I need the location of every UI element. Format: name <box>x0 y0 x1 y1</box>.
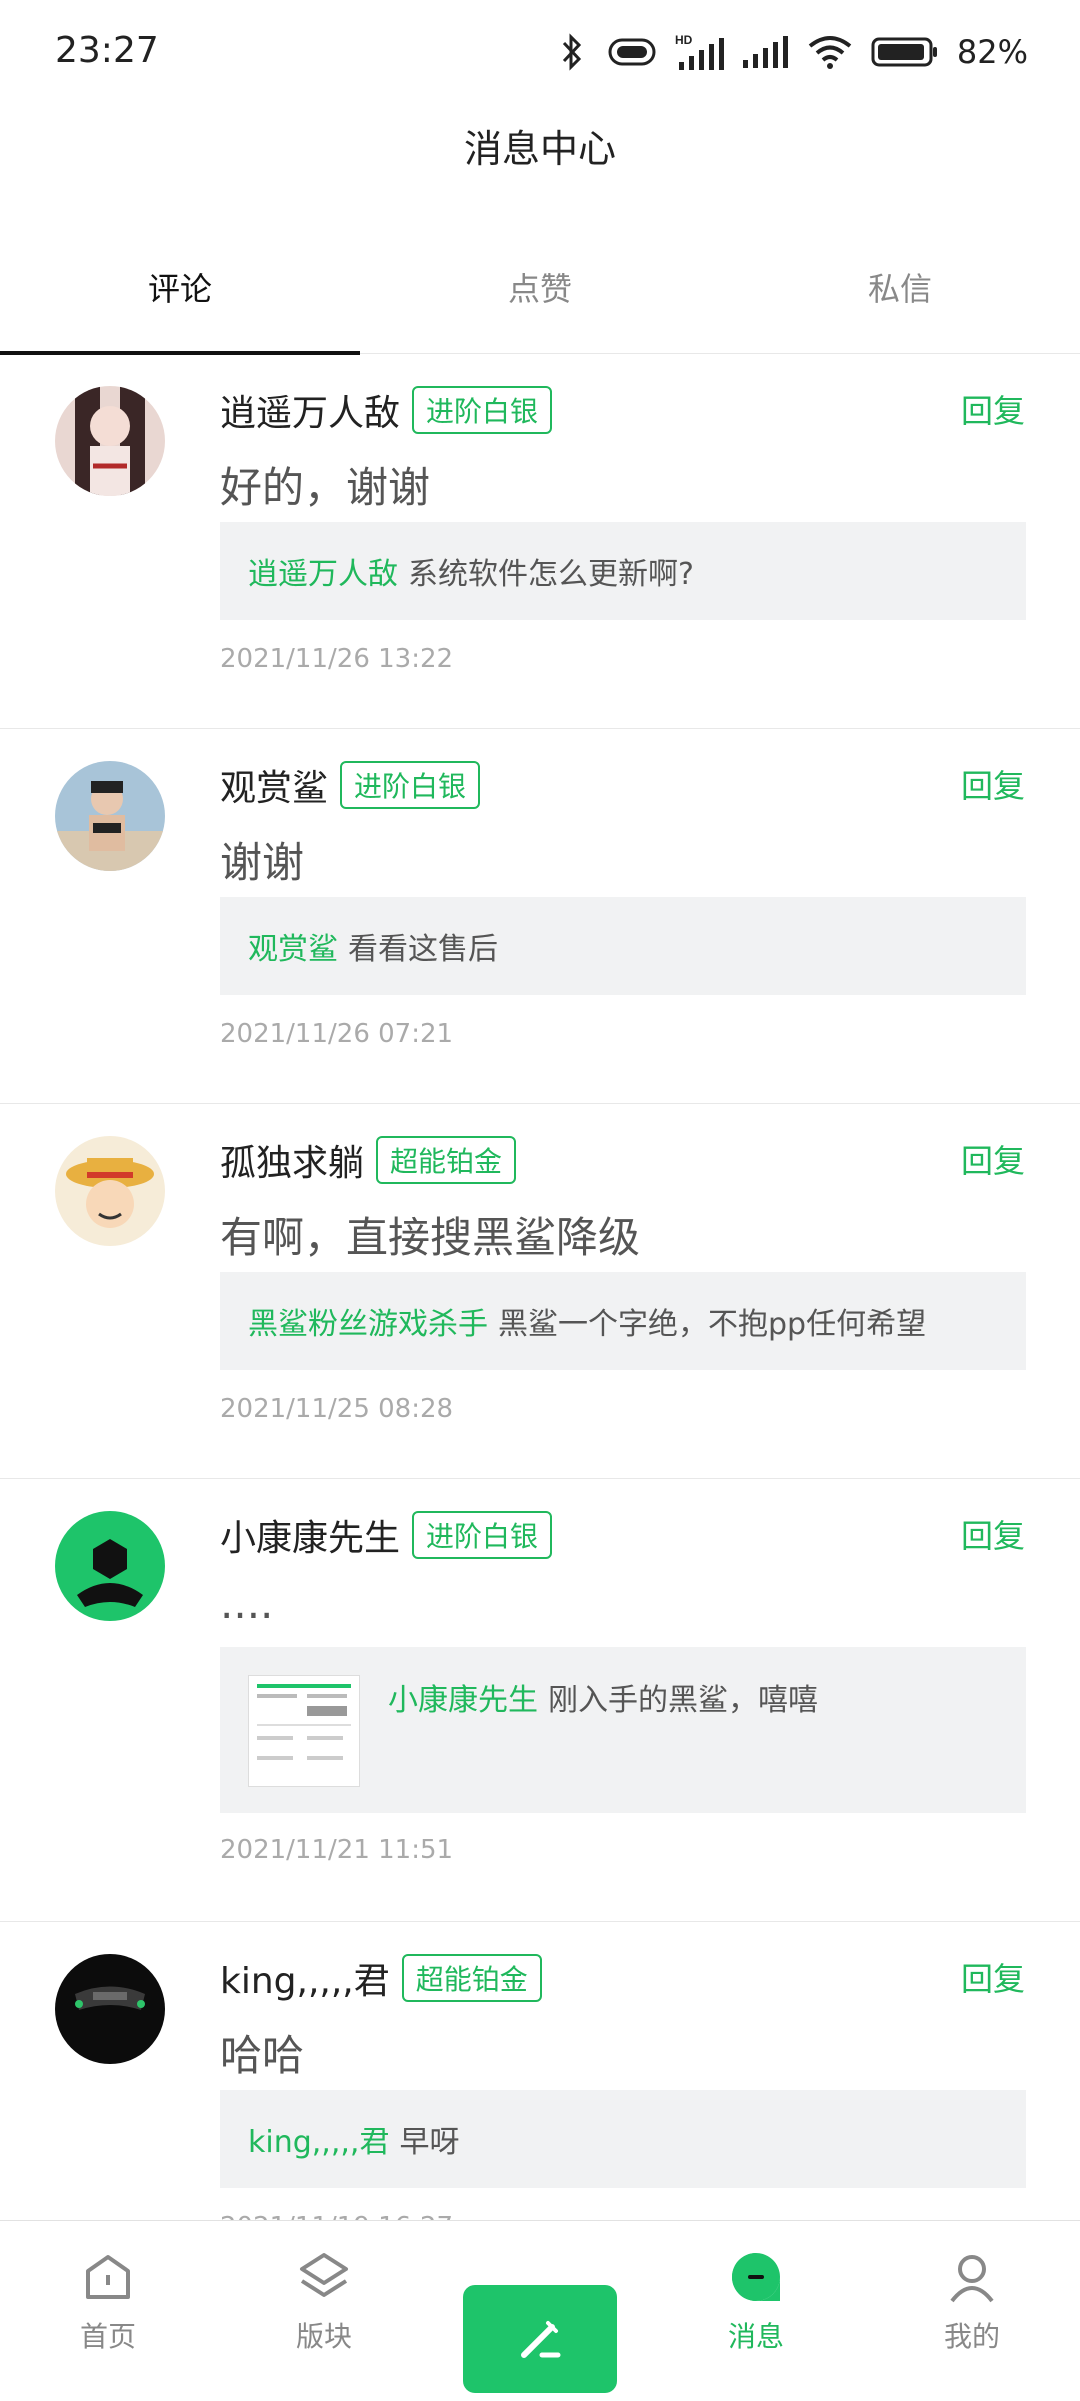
nav-profile-label: 我的 <box>943 2320 1000 2353</box>
quoted-author[interactable]: 黑鲨粉丝游戏杀手 <box>248 1299 488 1343</box>
quoted-author[interactable]: 逍遥万人敌 <box>248 549 398 593</box>
quoted-post[interactable]: king,,,,,君 早呀 <box>220 2090 1026 2188</box>
layers-icon <box>300 2253 348 2297</box>
wifi-icon <box>808 36 852 69</box>
comment-item[interactable]: king,,,,,君 超能铂金 回复 哈哈 king,,,,,君 早呀 2021… <box>0 1922 1080 2220</box>
comment-item[interactable]: 观赏鲨 进阶白银 回复 谢谢 观赏鲨 看看这售后 2021/11/26 07:2… <box>0 729 1080 1104</box>
user-name[interactable]: king,,,,,君 <box>220 1952 390 2004</box>
quoted-post[interactable]: 观赏鲨 看看这售后 <box>220 897 1026 995</box>
reply-button[interactable]: 回复 <box>961 761 1025 807</box>
reply-button[interactable]: 回复 <box>961 1511 1025 1557</box>
avatar[interactable] <box>55 1954 165 2064</box>
comment-text: 谢谢 <box>220 838 305 887</box>
quoted-author[interactable]: king,,,,,君 <box>248 2117 389 2161</box>
comment-item[interactable]: 小康康先生 进阶白银 回复 .... 小康康先生 刚入手的黑鲨，嘻嘻 2021/… <box>0 1479 1080 1922</box>
nav-home-label: 首页 <box>79 2320 136 2353</box>
comment-text: .... <box>220 1579 274 1628</box>
user-name[interactable]: 观赏鲨 <box>220 759 328 811</box>
comment-header: 小康康先生 进阶白银 <box>220 1509 553 1561</box>
nav-messages-label: 消息 <box>727 2320 784 2353</box>
tab-comments[interactable]: 评论 <box>0 235 360 355</box>
status-time: 23:27 <box>55 30 159 71</box>
signal-hd-icon: HD <box>675 33 724 70</box>
tab-likes[interactable]: 点赞 <box>360 235 720 353</box>
comment-date: 2021/11/19 16:27 <box>220 2212 453 2220</box>
user-name[interactable]: 小康康先生 <box>220 1509 400 1561</box>
status-icons: HD 82% <box>555 28 1028 76</box>
user-name[interactable]: 孤独求躺 <box>220 1134 364 1186</box>
comment-date: 2021/11/25 08:28 <box>220 1394 454 1424</box>
nav-profile[interactable]: 我的 <box>864 2221 1080 2401</box>
comment-text: 好的，谢谢 <box>220 463 431 512</box>
avatar[interactable] <box>55 761 165 871</box>
reply-button[interactable]: 回复 <box>961 1954 1025 2000</box>
tab-private-messages[interactable]: 私信 <box>720 235 1080 353</box>
comment-date: 2021/11/21 11:51 <box>220 1835 454 1865</box>
comment-item[interactable]: 逍遥万人敌 进阶白银 回复 好的，谢谢 逍遥万人敌 系统软件怎么更新啊? 202… <box>0 354 1080 729</box>
user-icon <box>950 2255 994 2303</box>
comment-text: 哈哈 <box>220 2031 305 2080</box>
comment-header: king,,,,,君 超能铂金 <box>220 1952 542 2004</box>
reply-button[interactable]: 回复 <box>961 1136 1025 1182</box>
user-level-badge: 进阶白银 <box>412 1511 553 1559</box>
user-level-badge: 进阶白银 <box>412 386 553 434</box>
comment-date: 2021/11/26 13:22 <box>220 644 454 674</box>
quoted-post[interactable]: 逍遥万人敌 系统软件怎么更新啊? <box>220 522 1026 620</box>
nav-sections-label: 版块 <box>295 2320 352 2353</box>
user-level-badge: 进阶白银 <box>340 761 481 809</box>
nav-sections[interactable]: 版块 <box>216 2221 432 2401</box>
user-level-badge: 超能铂金 <box>401 1954 542 2002</box>
quoted-text: 刚入手的黑鲨，嘻嘻 <box>548 1683 818 1718</box>
status-bar: 23:27 HD 82% <box>0 0 1080 105</box>
comment-list: 逍遥万人敌 进阶白银 回复 好的，谢谢 逍遥万人敌 系统软件怎么更新啊? 202… <box>0 354 1080 2220</box>
avatar[interactable] <box>55 386 165 496</box>
nav-messages[interactable]: 消息 <box>648 2221 864 2401</box>
quoted-text: 黑鲨一个字绝，不抱pp任何希望 <box>498 1307 927 1342</box>
comment-text: 有啊，直接搜黑鲨降级 <box>220 1213 641 1262</box>
user-name[interactable]: 逍遥万人敌 <box>220 384 400 436</box>
quoted-post[interactable]: 小康康先生 刚入手的黑鲨，嘻嘻 <box>220 1647 1026 1813</box>
comment-header: 观赏鲨 进阶白银 <box>220 759 481 811</box>
edit-icon <box>521 2321 561 2358</box>
message-icon <box>732 2253 780 2301</box>
comment-header: 孤独求躺 超能铂金 <box>220 1134 517 1186</box>
tab-bar: 评论 点赞 私信 <box>0 235 1080 355</box>
quoted-image[interactable] <box>248 1675 360 1787</box>
comment-date: 2021/11/26 07:21 <box>220 1019 454 1049</box>
bluetooth-icon <box>562 33 581 71</box>
nav-home[interactable]: 首页 <box>0 2221 216 2401</box>
signal-icon <box>742 36 788 68</box>
quoted-post[interactable]: 黑鲨粉丝游戏杀手 黑鲨一个字绝，不抱pp任何希望 <box>220 1272 1026 1370</box>
svg-text:HD: HD <box>675 33 693 47</box>
page-title: 消息中心 <box>463 127 616 171</box>
battery-icon <box>871 37 937 67</box>
comment-item[interactable]: 孤独求躺 超能铂金 回复 有啊，直接搜黑鲨降级 黑鲨粉丝游戏杀手 黑鲨一个字绝，… <box>0 1104 1080 1479</box>
quoted-author[interactable]: 小康康先生 <box>388 1675 538 1719</box>
comment-header: 逍遥万人敌 进阶白银 <box>220 384 553 436</box>
avatar[interactable] <box>55 1136 165 1246</box>
user-level-badge: 超能铂金 <box>376 1136 517 1184</box>
vibrate-icon <box>608 38 656 66</box>
quoted-author[interactable]: 观赏鲨 <box>248 924 338 968</box>
nav-post[interactable] <box>432 2221 648 2401</box>
reply-button[interactable]: 回复 <box>961 386 1025 432</box>
quoted-text: 系统软件怎么更新啊? <box>408 557 694 592</box>
battery-percent: 82% <box>956 33 1028 71</box>
compose-button[interactable] <box>463 2285 617 2393</box>
bottom-nav: 首页 版块 消息 我的 <box>0 2220 1080 2401</box>
quoted-text: 早呀 <box>399 2125 460 2160</box>
avatar[interactable] <box>55 1511 165 1621</box>
home-icon <box>86 2255 130 2299</box>
quoted-text: 看看这售后 <box>348 932 498 967</box>
